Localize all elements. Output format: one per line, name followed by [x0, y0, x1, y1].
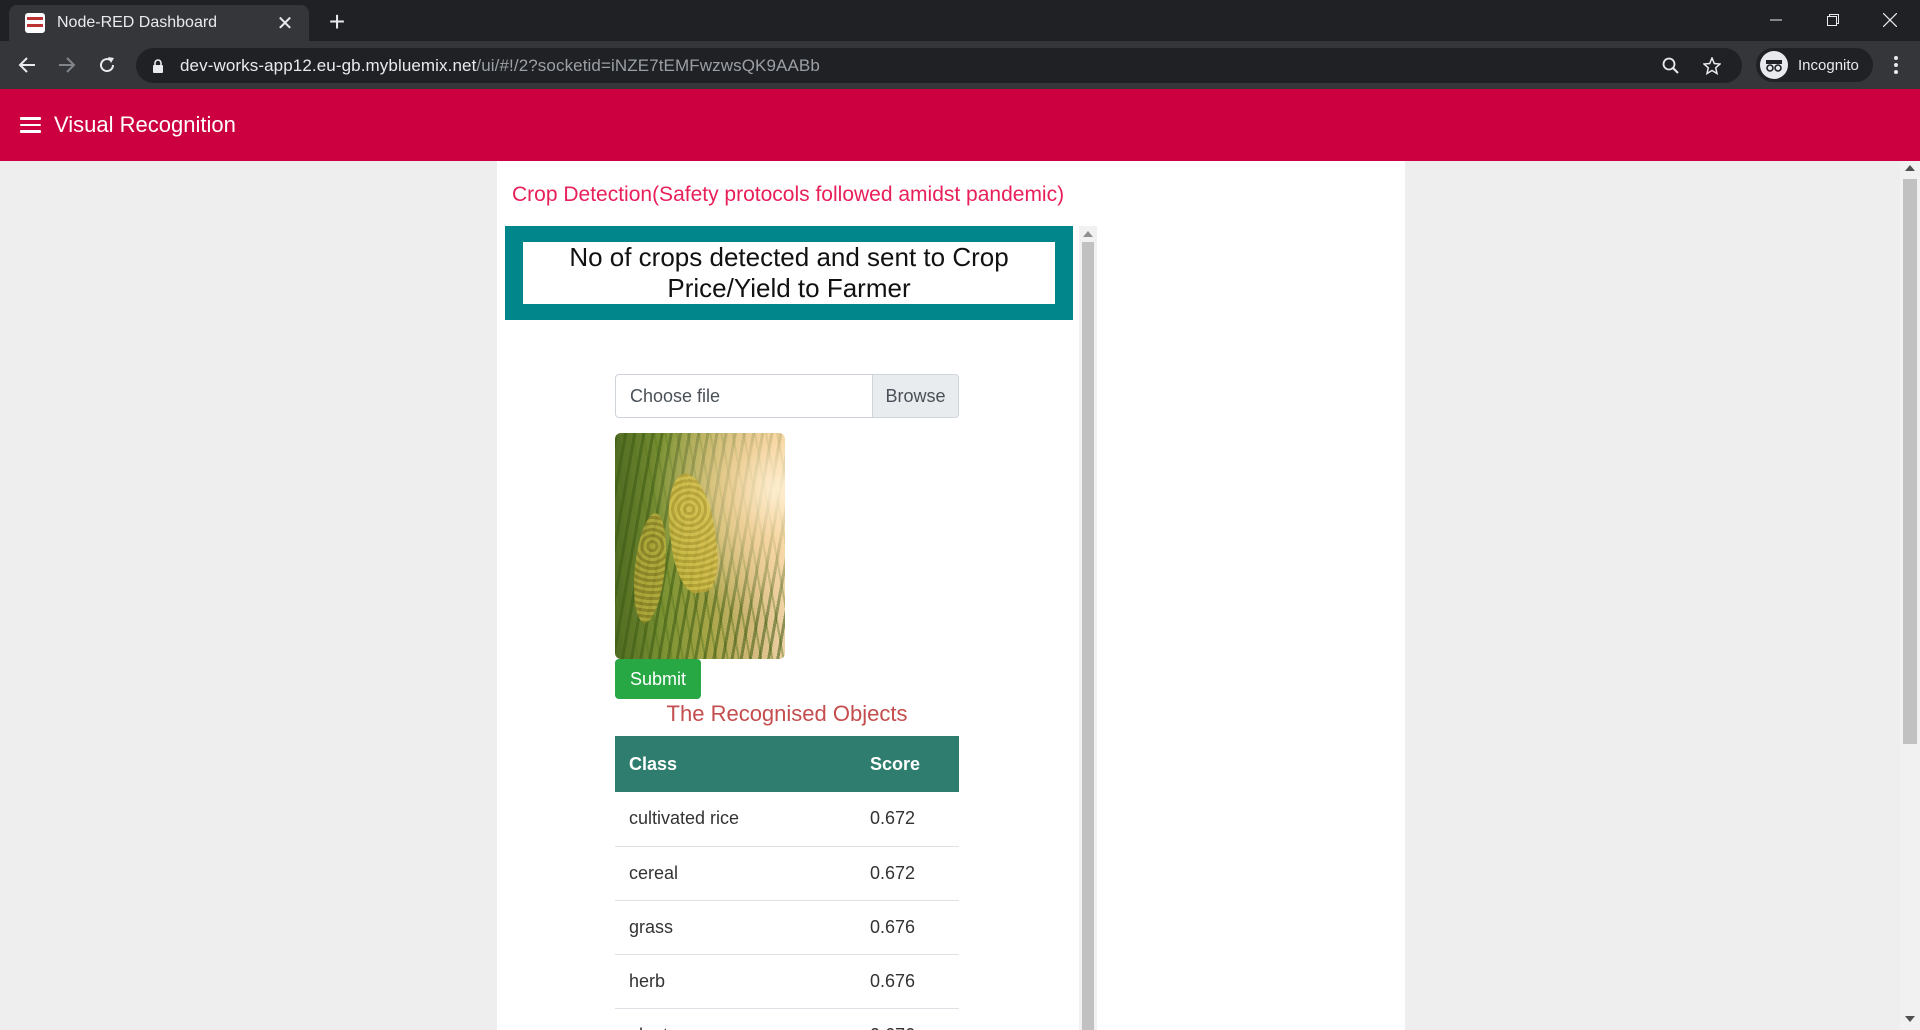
incognito-label: Incognito	[1798, 56, 1859, 74]
dashboard-content: Crop Detection(Safety protocols followed…	[0, 161, 1900, 1030]
browser-tabstrip: Node-RED Dashboard ✕ +	[0, 0, 1920, 41]
score-cell: 0.676	[856, 1008, 959, 1030]
forward-arrow-icon	[59, 57, 76, 73]
browser-menu-icon[interactable]	[1878, 47, 1914, 83]
page-scroll-down-arrow-icon[interactable]	[1905, 1016, 1915, 1022]
class-cell: cereal	[615, 846, 856, 901]
restore-icon	[1827, 14, 1839, 26]
node-red-favicon-icon	[25, 13, 45, 33]
table-header-row: Class Score	[615, 736, 959, 792]
browser-toolbar: dev-works-app12.eu-gb.mybluemix.net/ui/#…	[0, 41, 1920, 89]
class-cell: grass	[615, 900, 856, 955]
back-arrow-icon	[18, 57, 35, 73]
submit-button[interactable]: Submit	[615, 659, 701, 699]
tab-title: Node-RED Dashboard	[57, 14, 218, 31]
window-restore-button[interactable]	[1805, 0, 1861, 40]
close-icon	[1883, 13, 1897, 27]
reload-button[interactable]	[89, 47, 125, 83]
zoom-icon[interactable]	[1656, 51, 1686, 81]
browser-tab[interactable]: Node-RED Dashboard ✕	[9, 5, 309, 41]
column-header-class: Class	[615, 736, 856, 792]
table-row: grass 0.676	[615, 900, 959, 955]
new-tab-button[interactable]: +	[322, 6, 352, 37]
browse-button[interactable]: Browse	[872, 375, 958, 417]
lock-icon[interactable]	[150, 58, 166, 74]
table-row: cultivated rice 0.672	[615, 792, 959, 847]
page-scrollbar-thumb[interactable]	[1903, 179, 1917, 744]
forward-button[interactable]	[49, 47, 85, 83]
crop-detection-group: Crop Detection(Safety protocols followed…	[497, 161, 1405, 1030]
class-cell: herb	[615, 954, 856, 1009]
window-minimize-button[interactable]	[1748, 0, 1804, 40]
page-scrollbar[interactable]	[1900, 161, 1920, 1030]
file-upload-input[interactable]: Choose file Browse	[615, 374, 959, 418]
crop-count-text: No of crops detected and sent to Crop Pr…	[523, 242, 1055, 304]
uploaded-crop-image	[615, 433, 785, 659]
results-table: Class Score cultivated rice 0.672 cereal…	[615, 736, 959, 1030]
incognito-icon	[1760, 51, 1788, 79]
column-header-score: Score	[856, 736, 959, 792]
crop-count-card: No of crops detected and sent to Crop Pr…	[505, 226, 1073, 320]
hamburger-menu-icon[interactable]	[20, 113, 44, 137]
window-close-button[interactable]	[1862, 0, 1918, 40]
url-text[interactable]: dev-works-app12.eu-gb.mybluemix.net/ui/#…	[180, 56, 820, 76]
group-scrollbar[interactable]	[1079, 226, 1097, 1030]
tab-close-icon[interactable]: ✕	[271, 9, 299, 37]
score-cell: 0.676	[856, 954, 959, 1009]
table-row: plant 0.676	[615, 1008, 959, 1030]
group-scrollbar-thumb[interactable]	[1082, 242, 1094, 1030]
file-upload-placeholder[interactable]: Choose file	[616, 375, 872, 417]
recognised-objects-heading: The Recognised Objects	[666, 701, 908, 726]
url-path: /ui/#!/2?socketid=iNZE7tEMFwzwsQK9AABb	[476, 55, 820, 75]
url-host: dev-works-app12.eu-gb.mybluemix.net	[180, 55, 477, 75]
class-cell: plant	[615, 1008, 856, 1030]
table-row: cereal 0.672	[615, 846, 959, 901]
minimize-icon	[1770, 19, 1782, 21]
group-title: Crop Detection(Safety protocols followed…	[512, 183, 1065, 206]
class-cell: cultivated rice	[615, 792, 856, 847]
score-cell: 0.672	[856, 846, 959, 901]
incognito-profile-button[interactable]: Incognito	[1756, 48, 1873, 82]
address-bar[interactable]: dev-works-app12.eu-gb.mybluemix.net/ui/#…	[136, 48, 1742, 83]
dashboard-toolbar: Visual Recognition	[0, 89, 1920, 161]
bookmark-star-icon[interactable]	[1697, 51, 1727, 81]
reload-icon	[100, 57, 115, 73]
table-row: herb 0.676	[615, 954, 959, 1009]
page-scroll-up-arrow-icon[interactable]	[1905, 165, 1915, 171]
back-button[interactable]	[9, 47, 45, 83]
score-cell: 0.676	[856, 900, 959, 955]
scroll-up-arrow-icon[interactable]	[1083, 231, 1093, 237]
score-cell: 0.672	[856, 792, 959, 847]
page-title: Visual Recognition	[54, 112, 236, 137]
